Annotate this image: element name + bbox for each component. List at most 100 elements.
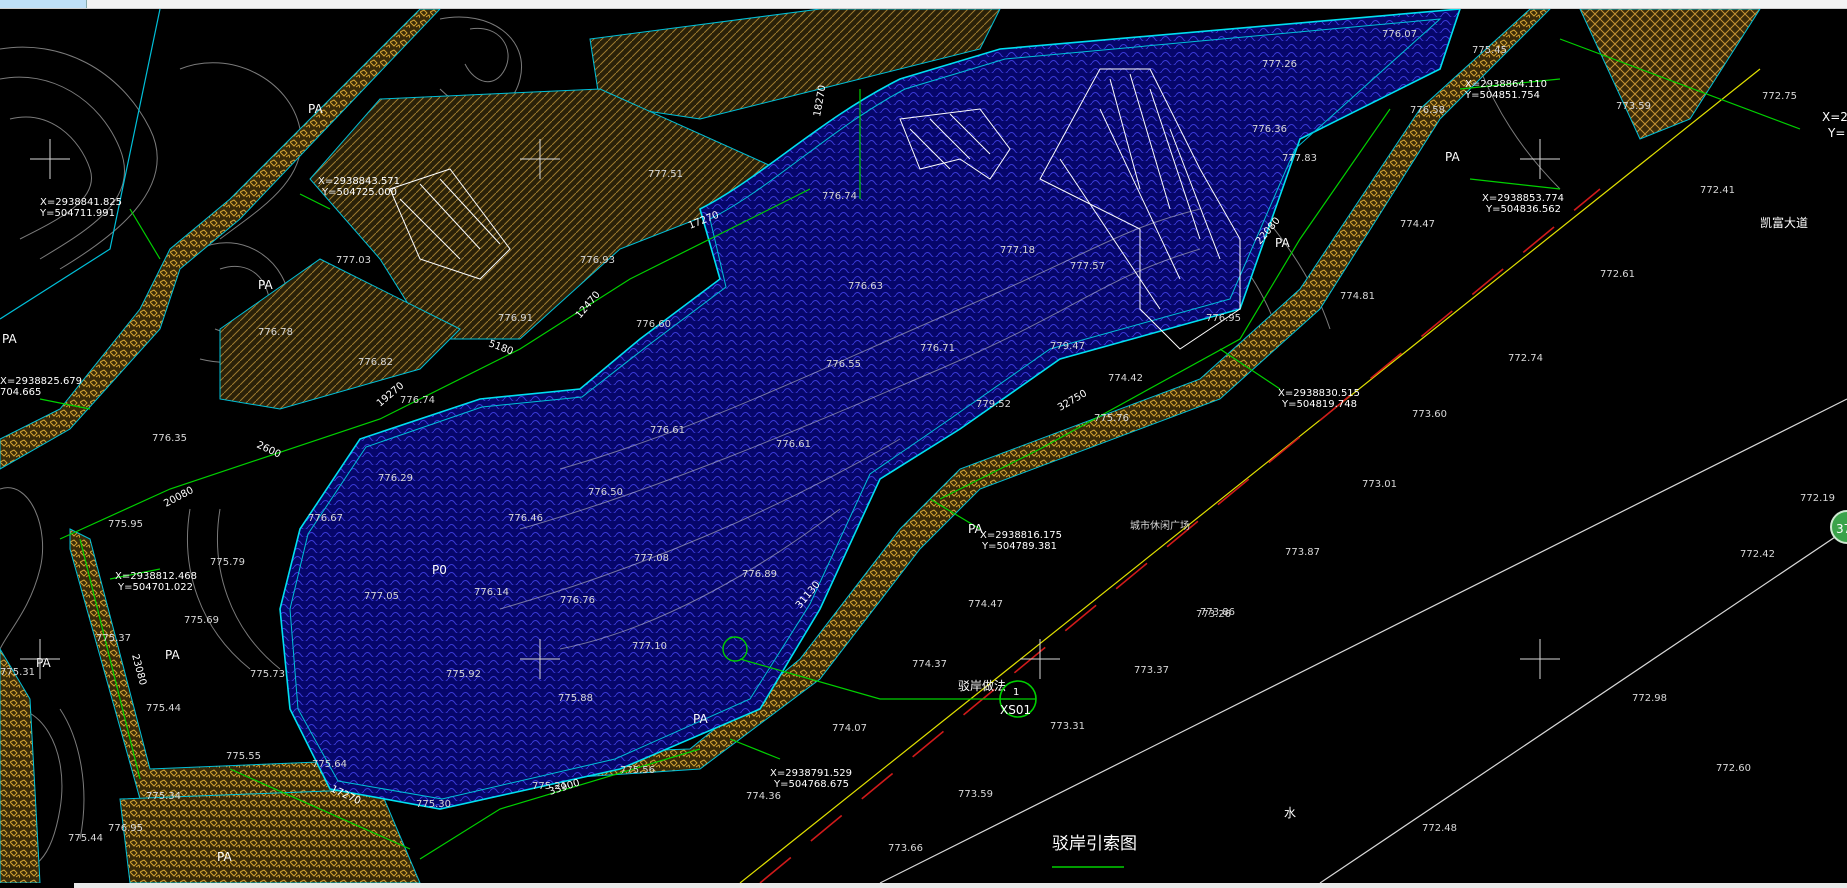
coord-y-4: Y=504701.022 bbox=[117, 582, 193, 593]
coord-x-6: X=2938853.774 bbox=[1482, 193, 1564, 204]
coord-x-4: X=2938812.468 bbox=[115, 571, 197, 582]
coord-y-2: Y=504725.000 bbox=[321, 187, 397, 198]
elevation-label: 776.50 bbox=[588, 487, 623, 498]
zone-label-7: PA bbox=[217, 850, 232, 864]
elevation-label: 774.42 bbox=[1108, 373, 1143, 384]
elevation-label: 772.41 bbox=[1700, 185, 1735, 196]
zone-label-9: PA bbox=[1445, 150, 1460, 164]
elevation-label: 772.75 bbox=[1762, 91, 1797, 102]
dim-2: 12470 bbox=[574, 289, 603, 320]
elevation-label: 776.61 bbox=[776, 439, 811, 450]
coord-x-3: X=2938825.679 bbox=[0, 376, 82, 387]
elevation-label: 776.35 bbox=[152, 433, 187, 444]
elevation-label: 775.76 bbox=[1094, 413, 1129, 424]
coord-y-8: Y=504789.381 bbox=[981, 541, 1057, 552]
coord-y-6: Y=504836.562 bbox=[1485, 204, 1561, 215]
cad-application: X=2938841.825 Y=504711.991 X=2938843.571… bbox=[0, 0, 1847, 888]
elevation-label: 779.52 bbox=[976, 399, 1011, 410]
elevation-label: 777.05 bbox=[364, 591, 399, 602]
elevation-label: 773.01 bbox=[1362, 479, 1397, 490]
elevation-label: 777.51 bbox=[648, 169, 683, 180]
elevation-label: 776.74 bbox=[822, 191, 857, 202]
elevation-label: 777.57 bbox=[1070, 261, 1105, 272]
zone-label-10: PA bbox=[968, 522, 983, 536]
elevation-label: 775.88 bbox=[558, 693, 593, 704]
elevation-label: 774.47 bbox=[968, 599, 1003, 610]
dim-7: 23080 bbox=[129, 653, 148, 687]
elevation-label: 776.55 bbox=[826, 359, 861, 370]
detail-callout-number: 1 bbox=[1013, 687, 1019, 698]
coord-x-2: X=2938843.571 bbox=[318, 176, 400, 187]
elevation-label: 775.34 bbox=[146, 791, 181, 802]
elevation-label: 775.64 bbox=[312, 759, 347, 770]
elevation-label: 776.07 bbox=[1382, 29, 1417, 40]
coord-x-5: X=2938864.110 bbox=[1465, 79, 1547, 90]
corner-label-y: Y= bbox=[1827, 126, 1845, 140]
window-top-bar bbox=[0, 0, 1847, 9]
elevation-label: 776.63 bbox=[848, 281, 883, 292]
zone-label-4: PA bbox=[165, 648, 180, 662]
elevation-label: 773.37 bbox=[1134, 665, 1169, 676]
zone-label-2: PA bbox=[258, 278, 273, 292]
elevation-label: 776.76 bbox=[560, 595, 595, 606]
elevation-label: 773.31 bbox=[1050, 721, 1085, 732]
elevation-label: 773.26 bbox=[1196, 609, 1231, 620]
zone-label-1: PA bbox=[308, 102, 323, 116]
elevation-label: 773.59 bbox=[1616, 101, 1651, 112]
elevation-label: 776.91 bbox=[498, 313, 533, 324]
coord-y-3: 704.665 bbox=[0, 387, 41, 398]
coord-y-5: Y=504851.754 bbox=[1464, 90, 1540, 101]
elevation-label: 775.55 bbox=[226, 751, 261, 762]
detail-callout-sheet: XS01 bbox=[1000, 703, 1031, 717]
coord-x-1: X=2938841.825 bbox=[40, 197, 122, 208]
elevation-label: 775.37 bbox=[96, 633, 131, 644]
elevation-label: 779.47 bbox=[1050, 341, 1085, 352]
elevation-label: 775.45 bbox=[1472, 45, 1507, 56]
elevation-label: 772.98 bbox=[1632, 693, 1667, 704]
drawing-title: 驳岸引索图 bbox=[1052, 834, 1137, 868]
pool-label: P0 bbox=[432, 563, 447, 577]
elevation-label: 775.30 bbox=[416, 799, 451, 810]
plaza-label: 城市休闲广场 bbox=[1130, 519, 1190, 532]
dim-5: 2600 bbox=[255, 440, 283, 461]
coord-x-8: X=2938816.175 bbox=[980, 530, 1062, 541]
elevation-label: 773.60 bbox=[1412, 409, 1447, 420]
road-label: 凯富大道 bbox=[1760, 215, 1808, 230]
coord-x-9: X=2938791.529 bbox=[770, 768, 852, 779]
elevation-label: 773.66 bbox=[888, 843, 923, 854]
elevation-label: 774.36 bbox=[746, 791, 781, 802]
elevation-label: 772.48 bbox=[1422, 823, 1457, 834]
elevation-label: 777.18 bbox=[1000, 245, 1035, 256]
elevation-label: 775.92 bbox=[446, 669, 481, 680]
elevation-label: 776.67 bbox=[308, 513, 343, 524]
zone-label-5: PA bbox=[36, 656, 51, 670]
elevation-label: 777.10 bbox=[632, 641, 667, 652]
dim-3: 5180 bbox=[487, 338, 515, 357]
elevation-label: 775.69 bbox=[184, 615, 219, 626]
elevation-label: 775.44 bbox=[146, 703, 181, 714]
coord-y-9: Y=504768.675 bbox=[773, 779, 849, 790]
elevation-label: 774.07 bbox=[832, 723, 867, 734]
elevation-label: 774.37 bbox=[912, 659, 947, 670]
zone-label-6: PA bbox=[693, 712, 708, 726]
drawing-tab[interactable] bbox=[0, 0, 87, 8]
elevation-label: 772.60 bbox=[1716, 763, 1751, 774]
elevation-label: 776.89 bbox=[742, 569, 777, 580]
elevation-label: 773.59 bbox=[958, 789, 993, 800]
elevation-label: 772.19 bbox=[1800, 493, 1835, 504]
elevation-label: 772.61 bbox=[1600, 269, 1635, 280]
dim-11: 32750 bbox=[1056, 388, 1089, 413]
elevation-label: 776.95 bbox=[1206, 313, 1241, 324]
elevation-label: 777.03 bbox=[336, 255, 371, 266]
elevation-label: 772.74 bbox=[1508, 353, 1543, 364]
drawing-viewport[interactable]: X=2938841.825 Y=504711.991 X=2938843.571… bbox=[0, 8, 1847, 884]
elevation-label: 775.95 bbox=[108, 519, 143, 530]
elevation-label: 774.81 bbox=[1340, 291, 1375, 302]
elevation-label: 776.36 bbox=[1252, 124, 1287, 135]
elevation-label: 777.26 bbox=[1262, 59, 1297, 70]
corner-label: X=2 bbox=[1822, 110, 1847, 124]
elevation-label: 776.29 bbox=[378, 473, 413, 484]
elevation-label: 775.73 bbox=[250, 669, 285, 680]
elevation-label: 776.78 bbox=[258, 327, 293, 338]
elevation-label: 776.60 bbox=[636, 319, 671, 330]
